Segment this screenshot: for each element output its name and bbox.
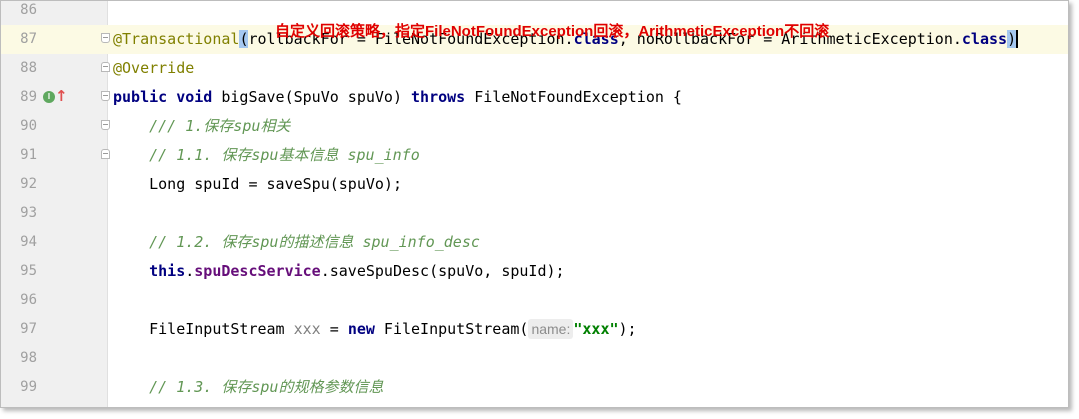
code-text[interactable]: /// 1.保存spu相关 [113,112,290,141]
implements-icon[interactable]: I [43,91,55,103]
code-token: /// 1.保存spu相关 [113,117,291,135]
line-number: 88 [20,60,37,76]
line-number: 95 [20,263,37,279]
code-token: Long spuId = saveSpu(spuVo); [113,175,402,193]
line-number: 91 [20,147,37,163]
code-token: .saveSpuDesc(spuVo, spuId); [320,262,565,280]
fold-marker-icon[interactable] [101,91,110,101]
code-line[interactable]: 90 /// 1.保存spu相关 [1,112,1068,141]
code-token: "xxx" [573,320,619,338]
code-text[interactable]: FileInputStream xxx = new FileInputStrea… [113,315,637,344]
parameter-hint: name: [528,319,574,339]
line-number: 96 [20,292,37,308]
gutter-cell: 87 [1,25,110,54]
fold-marker-icon[interactable] [101,120,110,130]
gutter-cell: 99 [1,373,107,402]
code-token: . [185,262,195,280]
gutter-cell: 86 [1,1,107,25]
code-text[interactable]: // 1.3. 保存spu的规格参数信息 [113,373,383,402]
code-token: this [149,262,186,280]
fold-marker-icon[interactable] [101,33,110,43]
code-line[interactable]: 89 I ↑ public void bigSave(SpuVo spuVo) thr… [1,83,1068,112]
line-number: 89 [20,89,37,105]
gutter-cell: 96 [1,286,107,315]
code-line[interactable]: 92 Long spuId = saveSpu(spuVo); [1,170,1068,199]
code-token: xxx [293,320,321,338]
code-line[interactable]: 93 [1,199,1068,228]
line-number: 93 [20,205,37,221]
code-token: class [961,30,1008,48]
code-line[interactable]: 97 FileInputStream xxx = new FileInputSt… [1,315,1068,344]
code-token: FileNotFoundException { [465,88,682,106]
gutter-cell: 98 [1,344,107,373]
annotation-overlay: 自定义回滚策略，指定FileNotFoundException回滚，Arithm… [275,23,830,40]
code-token: // 1.1. 保存spu基本信息 spu_info [113,146,420,164]
code-token: ); [618,320,637,338]
fold-marker-icon[interactable] [101,149,110,159]
code-text[interactable]: // 1.2. 保存spu的描述信息 spu_info_desc [113,228,480,257]
code-line[interactable]: 95 this.spuDescService.saveSpuDesc(spuVo… [1,257,1068,286]
code-token: // 1.2. 保存spu的描述信息 spu_info_desc [113,233,480,251]
code-token: FileInputStream [113,320,294,338]
code-line[interactable]: 88 @Override [1,54,1068,83]
code-line[interactable]: 86 [1,1,1068,25]
code-line[interactable]: 94 // 1.2. 保存spu的描述信息 spu_info_desc [1,228,1068,257]
line-number: 86 [20,2,37,18]
gutter-cell: 97 [1,315,107,344]
code-text[interactable]: Long spuId = saveSpu(spuVo); [113,170,402,199]
gutter-cell: 91 [1,141,110,170]
code-token: ) [1007,30,1019,48]
gutter-cell: 92 [1,170,107,199]
line-number: 97 [20,321,37,337]
code-text[interactable]: @Override [113,54,194,83]
line-number: 90 [20,118,37,134]
code-line[interactable]: 98 [1,344,1068,373]
gutter-cell: 94 [1,228,107,257]
line-number: 94 [20,234,37,250]
code-text[interactable]: this.spuDescService.saveSpuDesc(spuVo, s… [113,257,565,286]
code-editor[interactable]: 86 87 @Transactional(rollbackFor = FileNot… [0,0,1069,408]
code-line[interactable]: 99 // 1.3. 保存spu的规格参数信息 [1,373,1068,402]
code-token: new [347,320,375,338]
line-number: 98 [20,350,37,366]
line-number: 92 [20,176,37,192]
code-line[interactable]: 91 // 1.1. 保存spu基本信息 spu_info [1,141,1068,170]
code-token: public void [113,88,213,106]
gutter-cell: 88 [1,54,110,83]
gutter-cell: 90 [1,112,110,141]
override-arrow-icon[interactable]: ↑ [55,86,68,106]
code-token: @Transactional [113,30,240,48]
code-line[interactable]: 96 [1,286,1068,315]
gutter-cell: 93 [1,199,107,228]
code-token: = [320,320,348,338]
code-token: spuDescService [194,262,321,280]
line-number: 99 [20,379,37,395]
code-token: throws [411,88,466,106]
fold-marker-icon[interactable] [101,62,110,72]
code-token: @Override [113,59,195,77]
code-text[interactable]: // 1.1. 保存spu基本信息 spu_info [113,141,420,170]
line-number: 87 [20,31,37,47]
code-token: bigSave(SpuVo spuVo) [212,88,412,106]
gutter-cell: 95 [1,257,107,286]
code-text[interactable]: public void bigSave(SpuVo spuVo) throws … [113,83,682,112]
code-token: FileInputStream( [374,320,529,338]
gutter-cell: 89 I ↑ [1,83,110,112]
code-token: // 1.3. 保存spu的规格参数信息 [113,378,384,396]
